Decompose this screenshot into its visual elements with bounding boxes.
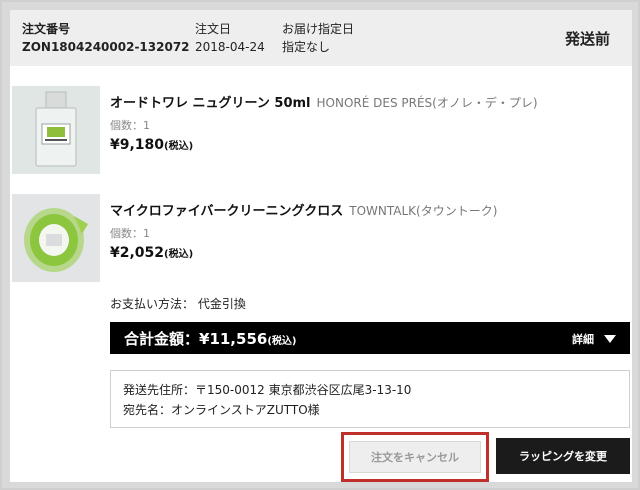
order-date-label: 注文日 [195,22,232,36]
shipping-address: 発送先住所：〒150-0012 東京都渋谷区広尾3-13-10 [123,383,412,397]
product-name[interactable]: マイクロファイバークリーニングクロス [110,204,343,219]
price-value: ¥2,052 [110,245,165,261]
payment-value: 代金引換 [197,297,246,311]
total-bar[interactable]: 合計金額：¥11,556(税込) 詳細 [110,322,630,354]
item-quantity: 個数：1 [110,227,150,240]
product-image-perfume[interactable] [12,86,100,174]
order-card: 注文番号 ZON1804240002-132072 注文日 2018-04-24… [10,10,632,482]
total-tax-note: (税込) [267,336,297,347]
change-wrapping-button[interactable]: ラッピングを変更 [496,438,630,474]
triangle-down-icon [604,335,616,343]
item-title-row: オードトワレ ニュグリーン 50ml HONORÉ DES PRÉS(オノレ・デ・… [110,92,538,111]
total-amount-value: 合計金額：¥11,556 [124,330,268,348]
order-item: マイクロファイバークリーニングクロス TOWNTALK(タウントーク) 個数：1 … [10,194,632,286]
tax-note: (税込) [164,141,194,152]
order-number-label: 注文番号 [22,22,71,36]
item-price: ¥9,180(税込) [110,137,538,153]
delivery-date-label: お届け指定日 [282,22,355,36]
order-number-value: ZON1804240002-132072 [22,40,190,54]
order-status: 発送前 [564,30,610,48]
brand-name[interactable]: HONORÉ DES PRÉS(オノレ・デ・プレ) [317,96,538,110]
order-number-block: 注文番号 ZON1804240002-132072 [22,20,190,56]
shipping-recipient: 宛先名：オンラインストアZUTTO様 [123,403,320,417]
total-amount: 合計金額：¥11,556(税込) [124,328,296,349]
detail-label: 詳細 [572,333,594,346]
highlight-frame: 注文をキャンセル [341,432,489,482]
item-quantity: 個数：1 [110,119,150,132]
order-item: オードトワレ ニュグリーン 50ml HONORÉ DES PRÉS(オノレ・デ・… [10,86,632,178]
order-date-block: 注文日 2018-04-24 [195,20,265,56]
delivery-date-block: お届け指定日 指定なし [282,20,354,56]
payment-label: お支払い方法： [110,297,195,311]
detail-toggle[interactable]: 詳細 [572,331,616,347]
order-header: 注文番号 ZON1804240002-132072 注文日 2018-04-24… [10,10,632,66]
price-value: ¥9,180 [110,137,165,153]
screenshot-frame: 注文番号 ZON1804240002-132072 注文日 2018-04-24… [0,0,640,490]
brand-name[interactable]: TOWNTALK(タウントーク) [349,204,497,218]
item-price: ¥2,052(税込) [110,245,497,261]
item-info: マイクロファイバークリーニングクロス TOWNTALK(タウントーク) 個数：1 … [110,200,497,261]
item-title-row: マイクロファイバークリーニングクロス TOWNTALK(タウントーク) [110,200,497,219]
payment-method: お支払い方法： 代金引換 [110,295,246,312]
item-info: オードトワレ ニュグリーン 50ml HONORÉ DES PRÉS(オノレ・デ・… [110,92,538,153]
tax-note: (税込) [164,249,194,260]
cancel-order-button[interactable]: 注文をキャンセル [349,441,481,473]
shipping-address-box: 発送先住所：〒150-0012 東京都渋谷区広尾3-13-10 宛先名：オンライ… [110,370,630,428]
product-image-cloth[interactable] [12,194,100,282]
order-date-value: 2018-04-24 [195,40,265,54]
delivery-date-value: 指定なし [282,40,331,54]
product-name[interactable]: オードトワレ ニュグリーン 50ml [110,96,311,111]
